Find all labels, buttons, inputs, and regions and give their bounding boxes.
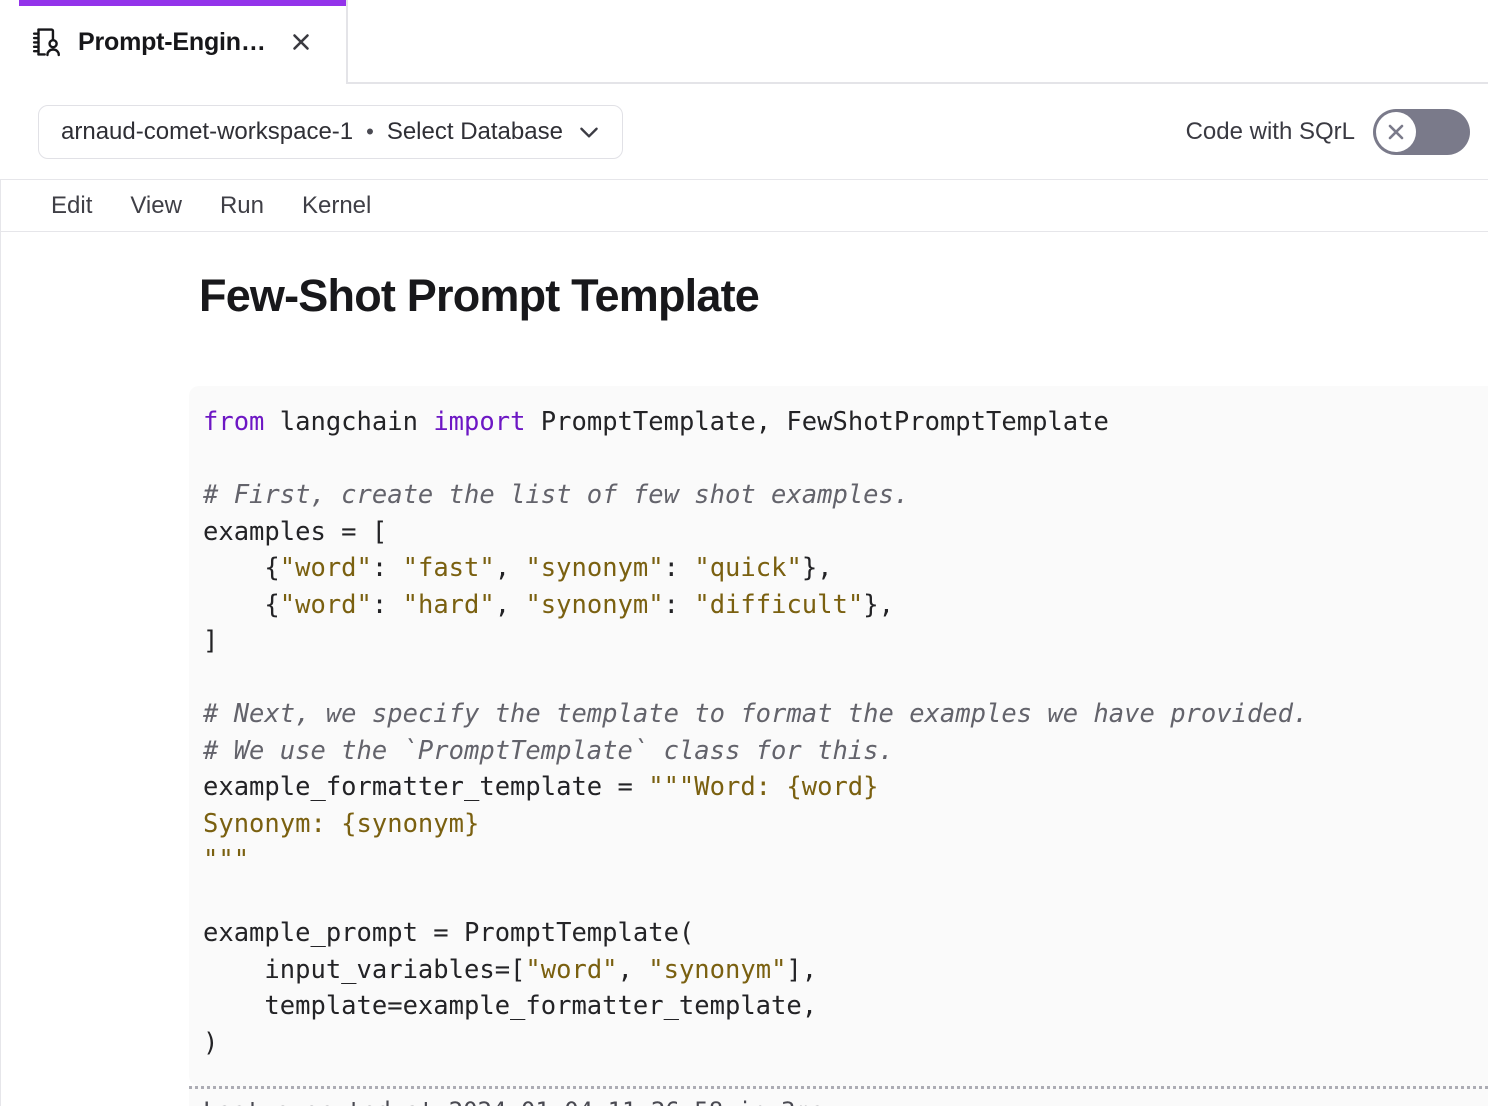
code-token: langchain (264, 407, 434, 437)
code-token: , (494, 553, 526, 583)
code-line: ] (203, 623, 1474, 660)
notebook-person-icon (32, 28, 60, 57)
code-line: {"word": "hard", "synonym": "difficult"}… (203, 587, 1474, 624)
code-line: # First, create the list of few shot exa… (203, 477, 1474, 514)
menu-item-run[interactable]: Run (204, 188, 280, 224)
code-token: : (371, 553, 403, 583)
close-glyph (292, 34, 309, 50)
select-database-label: Select Database (386, 118, 563, 145)
code-token: # We use the `PromptTemplate` class for … (203, 735, 894, 766)
code-token: { (203, 589, 280, 620)
code-cell[interactable]: from langchain import PromptTemplate, Fe… (189, 386, 1488, 1086)
code-with-sqrl-label: Code with SQrL (1185, 118, 1355, 145)
code-line: template=example_formatter_template, (203, 988, 1474, 1025)
code-token: example_formatter_template = (203, 772, 649, 802)
code-token: Synonym: {synonym} (203, 808, 480, 839)
code-token: "synonym" (648, 954, 787, 985)
code-token: "word" (279, 589, 372, 620)
toggle-knob (1376, 112, 1416, 152)
cell-execution-status: Last executed at 2024-01-04 11:26:58 in … (189, 1086, 1488, 1106)
code-token: from (203, 407, 265, 437)
code-token: """Word: {word} (648, 772, 879, 802)
code-token: , (494, 589, 526, 620)
menu-item-view[interactable]: View (114, 188, 198, 224)
tab-bar: Prompt-Engin… (0, 0, 1488, 84)
chevron-down-icon (580, 127, 598, 138)
tab-bar-empty-space (348, 0, 1488, 84)
code-token: template=example_formatter_template, (203, 991, 818, 1021)
code-token: """ (203, 845, 250, 875)
code-token: { (203, 553, 280, 583)
code-token: ] (203, 626, 219, 656)
notebook-tab[interactable]: Prompt-Engin… (0, 0, 348, 84)
code-token: "difficult" (694, 589, 864, 620)
code-line: ) (203, 1025, 1474, 1062)
code-token: examples = [ (203, 516, 388, 547)
code-token: : (663, 589, 695, 620)
code-line: # Next, we specify the template to forma… (203, 696, 1474, 733)
menu-item-edit[interactable]: Edit (35, 188, 108, 224)
code-token: : (663, 553, 695, 583)
code-token: "word" (525, 954, 618, 985)
code-token: PromptTemplate, FewShotPromptTemplate (525, 407, 1109, 437)
code-line: from langchain import PromptTemplate, Fe… (203, 404, 1474, 441)
code-token: "quick" (694, 553, 802, 583)
toolbar-right-group: Code with SQrL (1186, 109, 1470, 155)
workspace-name: arnaud-comet-workspace-1 (61, 118, 354, 145)
code-token: example_prompt = PromptTemplate( (203, 918, 695, 948)
close-icon[interactable] (286, 27, 316, 57)
code-line: Synonym: {synonym} (203, 806, 1474, 843)
code-token: , (617, 954, 649, 985)
code-line: examples = [ (203, 514, 1474, 551)
code-token: ], (786, 954, 818, 985)
code-line: input_variables=["word", "synonym"], (203, 952, 1474, 989)
code-token: }, (801, 553, 833, 583)
code-line: # We use the `PromptTemplate` class for … (203, 733, 1474, 770)
code-token: input_variables=[ (203, 954, 526, 985)
page-title: Few-Shot Prompt Template (199, 270, 760, 321)
code-token: : (371, 589, 403, 620)
separator-dot: • (366, 119, 374, 144)
code-token: "word" (279, 553, 372, 583)
code-token: "synonym" (525, 553, 664, 583)
notebook-body: Few-Shot Prompt Template from langchain … (0, 232, 1488, 1106)
code-line: example_formatter_template = """Word: {w… (203, 769, 1474, 806)
code-line: """ (203, 842, 1474, 879)
database-selector[interactable]: arnaud-comet-workspace-1 • Select Databa… (38, 105, 623, 159)
menu-item-kernel[interactable]: Kernel (286, 188, 387, 224)
code-token: ) (203, 1027, 219, 1058)
code-token: }, (863, 589, 894, 620)
code-token: import (433, 407, 526, 437)
code-line: {"word": "fast", "synonym": "quick"}, (203, 550, 1474, 587)
code-editor[interactable]: from langchain import PromptTemplate, Fe… (189, 404, 1488, 1075)
code-line: example_prompt = PromptTemplate( (203, 915, 1474, 952)
code-with-sqrl-toggle[interactable] (1373, 109, 1470, 155)
tab-title: Prompt-Engin… (78, 27, 266, 56)
toolbar: arnaud-comet-workspace-1 • Select Databa… (0, 84, 1488, 180)
code-token: "hard" (402, 589, 495, 620)
code-token: # Next, we specify the template to forma… (203, 699, 1309, 729)
close-icon (1388, 124, 1404, 140)
code-token: "fast" (402, 553, 495, 583)
code-token: "synonym" (525, 589, 664, 620)
code-token: # First, create the list of few shot exa… (203, 480, 910, 510)
menu-bar: Edit View Run Kernel (0, 180, 1488, 232)
